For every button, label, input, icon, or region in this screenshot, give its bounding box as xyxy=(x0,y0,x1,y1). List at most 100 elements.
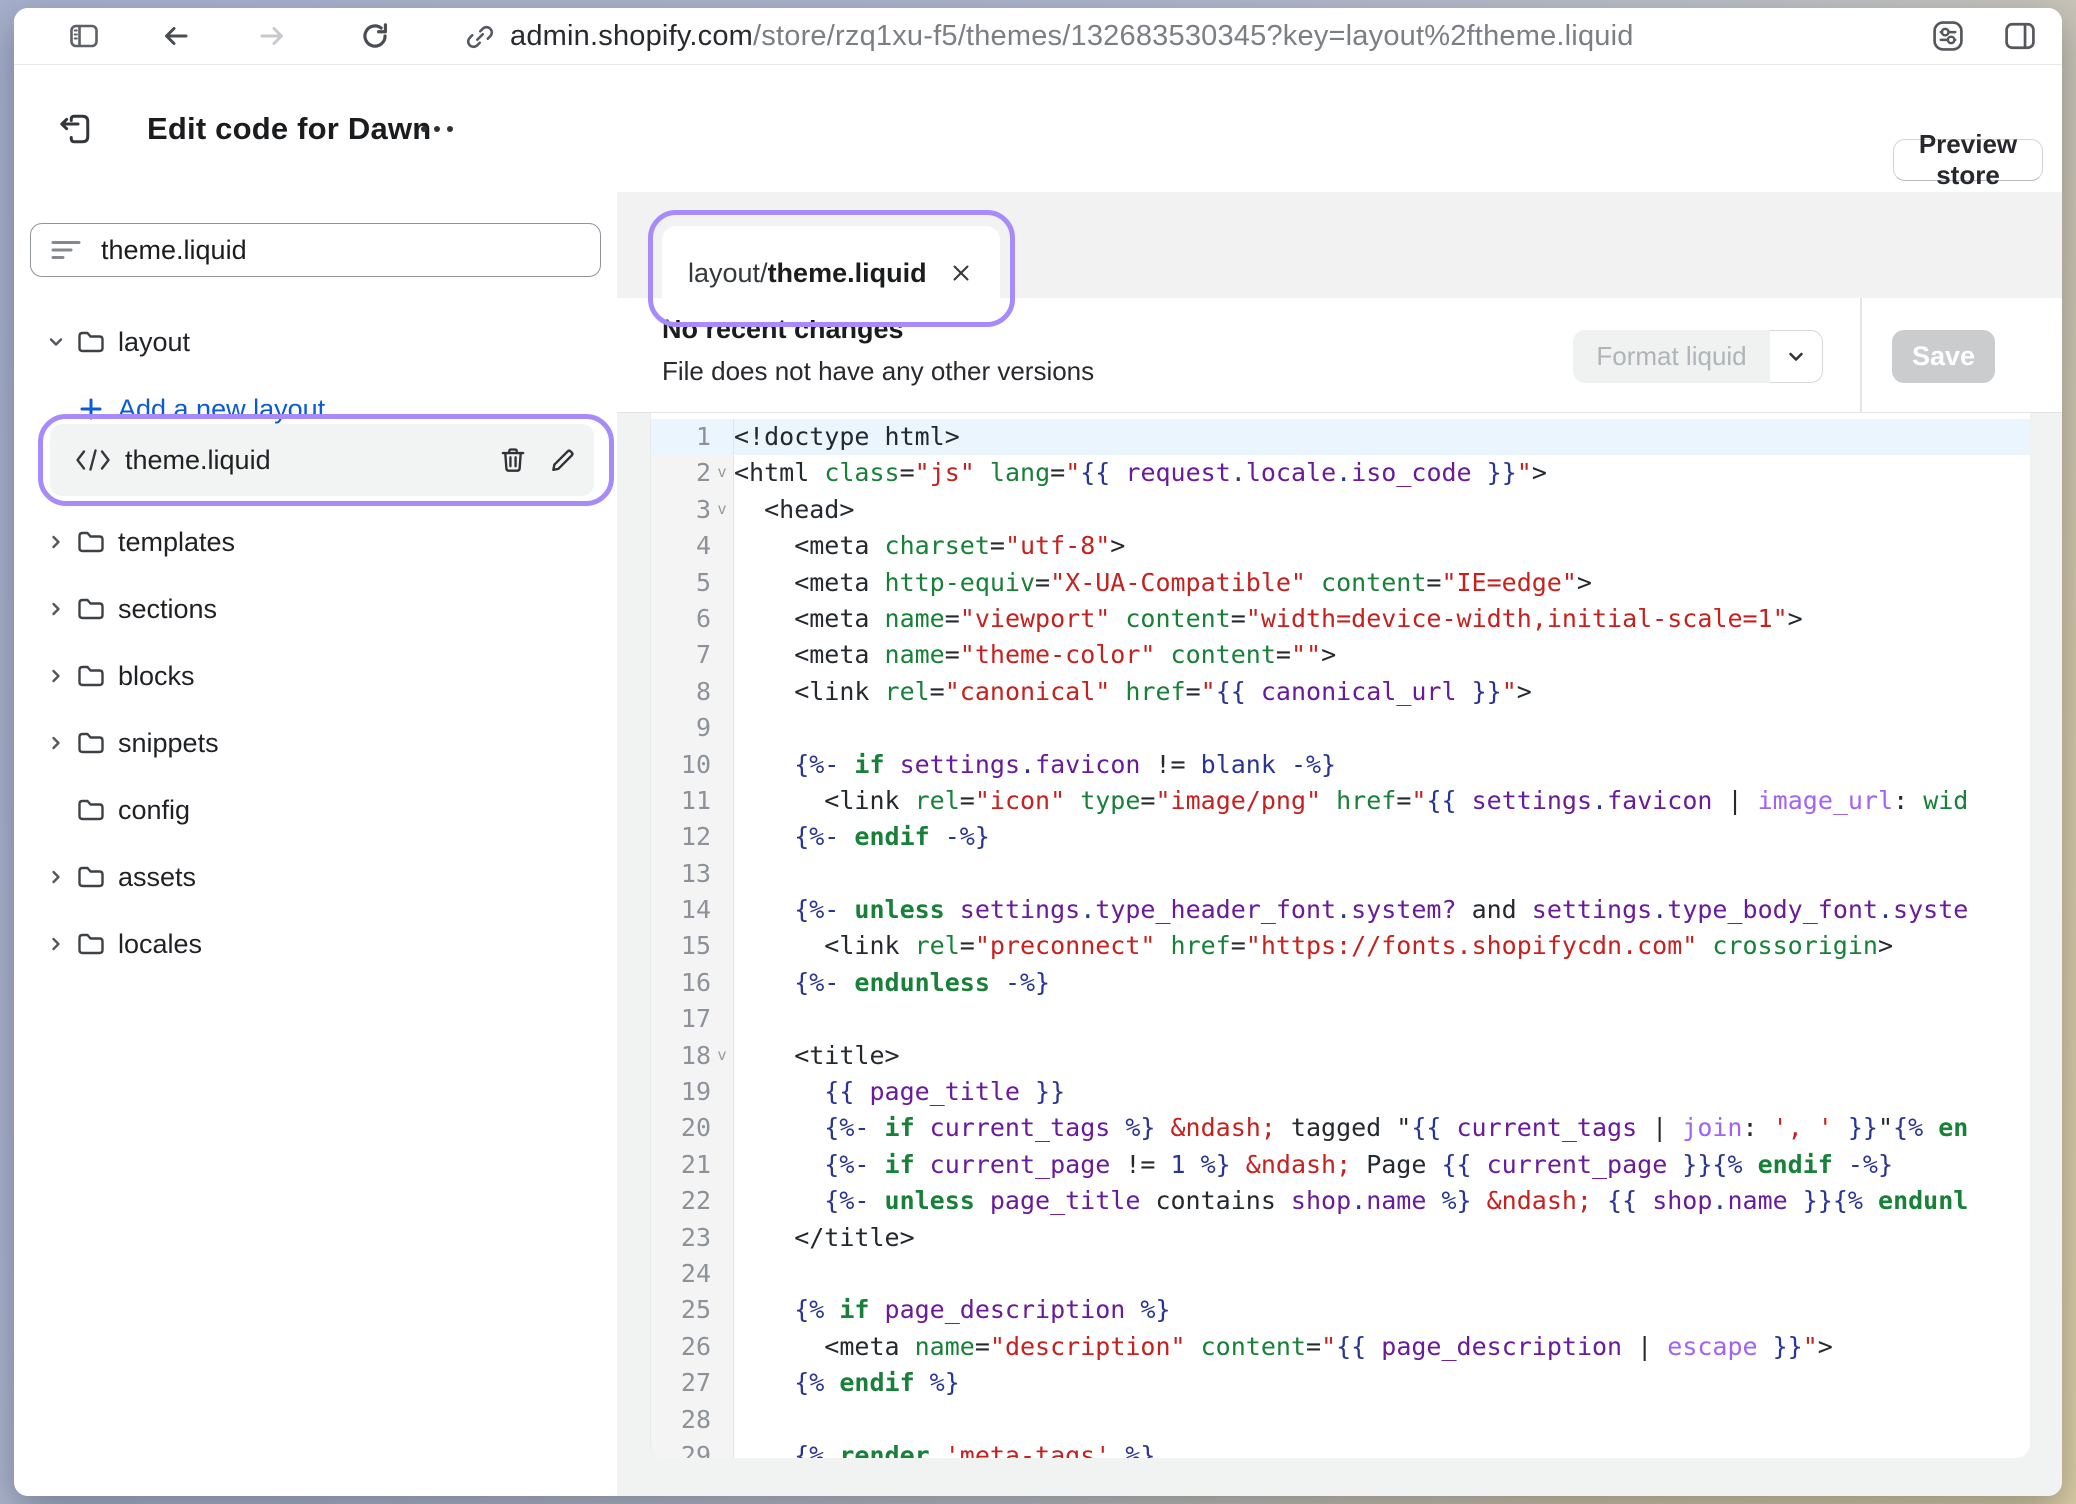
more-actions-icon[interactable] xyxy=(418,123,460,135)
code-line[interactable]: 8 <link rel="canonical" href="{{ canonic… xyxy=(651,674,2030,710)
fold-arrow-icon[interactable]: v xyxy=(711,492,733,528)
search-input[interactable] xyxy=(101,235,582,266)
fold-arrow-icon[interactable]: v xyxy=(711,455,733,491)
reload-icon[interactable] xyxy=(355,19,395,53)
code-line[interactable]: 6 <meta name="viewport" content="width=d… xyxy=(651,601,2030,637)
sidebar-item-assets[interactable]: assets xyxy=(14,853,617,901)
code-lines: 1<!doctype html>2v<html class="js" lang=… xyxy=(651,413,2030,1458)
sidebar-item-blocks[interactable]: blocks xyxy=(14,652,617,700)
code-line[interactable]: 16 {%- endunless -%} xyxy=(651,965,2030,1001)
code-line[interactable]: 27 {% endif %} xyxy=(651,1365,2030,1401)
chevron-right-icon[interactable] xyxy=(45,599,67,619)
sidebar-item-templates[interactable]: templates xyxy=(14,518,617,566)
code-line[interactable]: 11 <link rel="icon" type="image/png" hre… xyxy=(651,783,2030,819)
app-header: Edit code for Dawn Preview store xyxy=(14,65,2062,192)
folder-label: layout xyxy=(118,327,190,358)
line-number: 4 xyxy=(651,528,734,564)
line-number: 2v xyxy=(651,455,734,491)
code-line[interactable]: 17 xyxy=(651,1001,2030,1037)
side-panel-icon[interactable] xyxy=(2001,17,2039,55)
code-line[interactable]: 9 xyxy=(651,710,2030,746)
code-line[interactable]: 24 xyxy=(651,1256,2030,1292)
line-number: 26 xyxy=(651,1329,734,1365)
code-line[interactable]: 22 {%- unless page_title contains shop.n… xyxy=(651,1183,2030,1219)
tab-file-name: theme.liquid xyxy=(768,258,927,289)
code-line[interactable]: 28 xyxy=(651,1402,2030,1438)
browser-chrome: admin.shopify.com/store/rzq1xu-f5/themes… xyxy=(14,8,2062,65)
forward-icon[interactable] xyxy=(253,20,293,52)
code-file-icon xyxy=(75,448,111,472)
code-line[interactable]: 4 <meta charset="utf-8"> xyxy=(651,528,2030,564)
code-line[interactable]: 14 {%- unless settings.type_header_font.… xyxy=(651,892,2030,928)
back-icon[interactable] xyxy=(155,20,195,52)
folder-icon xyxy=(76,663,106,689)
chevron-right-icon[interactable] xyxy=(45,733,67,753)
address-bar[interactable]: admin.shopify.com/store/rzq1xu-f5/themes… xyxy=(464,8,1634,65)
line-number: 6 xyxy=(651,601,734,637)
code-line[interactable]: 18v <title> xyxy=(651,1038,2030,1074)
exit-icon[interactable] xyxy=(57,111,93,147)
tab-layout-theme-liquid[interactable]: layout/theme.liquid xyxy=(662,226,1000,320)
line-number: 7 xyxy=(651,637,734,673)
line-number: 19 xyxy=(651,1074,734,1110)
editor-area: 1<!doctype html>2v<html class="js" lang=… xyxy=(617,413,2062,1496)
code-line[interactable]: 13 xyxy=(651,856,2030,892)
code-line[interactable]: 15 <link rel="preconnect" href="https://… xyxy=(651,928,2030,964)
toolbar-divider xyxy=(1860,298,1862,413)
fold-arrow-icon[interactable]: v xyxy=(711,1038,733,1074)
code-line[interactable]: 23 </title> xyxy=(651,1220,2030,1256)
editor-pane: layout/theme.liquid No recent changes Fi… xyxy=(617,192,2062,1496)
code-line[interactable]: 1<!doctype html> xyxy=(651,419,2030,455)
line-number: 12 xyxy=(651,819,734,855)
code-line[interactable]: 25 {% if page_description %} xyxy=(651,1292,2030,1328)
line-number: 13 xyxy=(651,856,734,892)
format-liquid-button[interactable]: Format liquid xyxy=(1573,330,1770,383)
format-liquid-split-button: Format liquid xyxy=(1573,330,1823,383)
preview-store-button[interactable]: Preview store xyxy=(1893,139,2043,181)
sidebar-item-config[interactable]: config xyxy=(14,786,617,834)
chevron-right-icon[interactable] xyxy=(45,532,67,552)
code-line[interactable]: 5 <meta http-equiv="X-UA-Compatible" con… xyxy=(651,565,2030,601)
sidebar-item-snippets[interactable]: snippets xyxy=(14,719,617,767)
line-number: 8 xyxy=(651,674,734,710)
line-number: 17 xyxy=(651,1001,734,1037)
code-editor[interactable]: 1<!doctype html>2v<html class="js" lang=… xyxy=(650,413,2030,1458)
chevron-right-icon[interactable] xyxy=(45,666,67,686)
plus-icon xyxy=(78,396,104,422)
folder-icon xyxy=(76,596,106,622)
rename-file-icon[interactable] xyxy=(548,445,578,475)
status-subtitle: File does not have any other versions xyxy=(662,356,1094,387)
code-line[interactable]: 20 {%- if current_tags %} &ndash; tagged… xyxy=(651,1110,2030,1146)
code-line[interactable]: 2v<html class="js" lang="{{ request.loca… xyxy=(651,455,2030,491)
folder-icon xyxy=(76,864,106,890)
line-number: 23 xyxy=(651,1220,734,1256)
line-number: 18v xyxy=(651,1038,734,1074)
sidebar-item-layout[interactable]: layout xyxy=(14,318,617,366)
chevron-right-icon[interactable] xyxy=(45,934,67,954)
line-number: 9 xyxy=(651,710,734,746)
chevron-down-icon[interactable] xyxy=(45,332,67,352)
save-button[interactable]: Save xyxy=(1892,330,1995,383)
sidebar-item-theme-liquid[interactable]: theme.liquid xyxy=(50,424,594,496)
code-line[interactable]: 12 {%- endif -%} xyxy=(651,819,2030,855)
line-number: 15 xyxy=(651,928,734,964)
code-line[interactable]: 3v <head> xyxy=(651,492,2030,528)
code-line[interactable]: 29 {% render 'meta-tags' %} xyxy=(651,1438,2030,1458)
line-number: 16 xyxy=(651,965,734,1001)
tune-icon[interactable] xyxy=(1929,17,1967,55)
code-line[interactable]: 7 <meta name="theme-color" content=""> xyxy=(651,637,2030,673)
code-line[interactable]: 10 {%- if settings.favicon != blank -%} xyxy=(651,747,2030,783)
code-line[interactable]: 19 {{ page_title }} xyxy=(651,1074,2030,1110)
link-icon xyxy=(464,22,496,52)
close-tab-icon[interactable] xyxy=(950,262,972,284)
sidebar-item-sections[interactable]: sections xyxy=(14,585,617,633)
code-line[interactable]: 21 {%- if current_page != 1 %} &ndash; P… xyxy=(651,1147,2030,1183)
browser-window: admin.shopify.com/store/rzq1xu-f5/themes… xyxy=(14,8,2062,1496)
sidebar-item-locales[interactable]: locales xyxy=(14,920,617,968)
format-options-chevron[interactable] xyxy=(1770,330,1823,383)
delete-file-icon[interactable] xyxy=(498,445,528,475)
chevron-right-icon[interactable] xyxy=(45,867,67,887)
file-search-box[interactable] xyxy=(30,223,601,277)
sidebar-toggle-icon[interactable] xyxy=(64,18,104,54)
code-line[interactable]: 26 <meta name="description" content="{{ … xyxy=(651,1329,2030,1365)
